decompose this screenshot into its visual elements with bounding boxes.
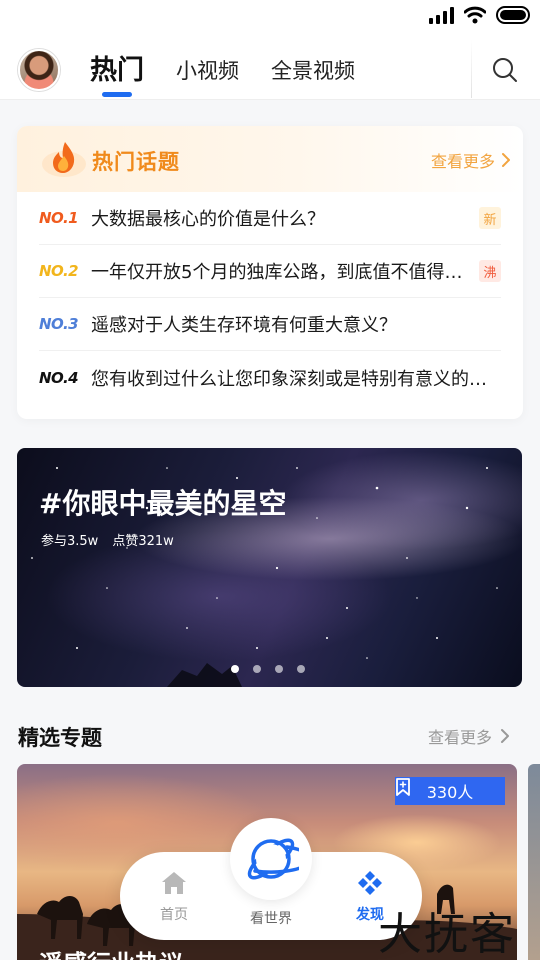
- nav-explore-world-label: 看世界: [250, 911, 292, 927]
- starry-sky-banner[interactable]: #你眼中最美的星空 参与3.5w 点赞321w: [17, 448, 522, 687]
- banner-title: #你眼中最美的星空: [39, 487, 287, 520]
- status-icons: [429, 6, 530, 24]
- featured-section-title: 精选专题: [18, 726, 102, 750]
- carousel-indicator: [231, 665, 305, 673]
- top-header: 热门 小视频 全景视频: [0, 40, 540, 100]
- hot-topic-row-1[interactable]: NO.1 大数据最核心的价值是什么？ 新: [39, 192, 501, 245]
- nav-home[interactable]: 首页: [144, 870, 204, 924]
- rank-label: NO.3: [39, 315, 79, 333]
- planet-icon: [247, 838, 299, 880]
- rank-label: NO.1: [39, 209, 79, 227]
- rank-label: NO.2: [39, 262, 79, 280]
- chevron-right-icon: [501, 729, 509, 743]
- carousel-dot-4[interactable]: [297, 665, 305, 673]
- carousel-dot-2[interactable]: [253, 665, 261, 673]
- user-avatar[interactable]: [18, 49, 60, 91]
- featured-more-label: 查看更多: [427, 728, 492, 747]
- carousel-dot-1[interactable]: [231, 665, 239, 673]
- hot-topics-list: NO.1 大数据最核心的价值是什么？ 新 NO.2 一年仅开放5个月的独库公路，…: [17, 192, 523, 404]
- hot-topics-header: 热门话题 查看更多: [17, 126, 523, 192]
- status-bar: [0, 0, 540, 40]
- hot-topic-text: 一年仅开放5个月的独库公路，到底值不值得去？: [91, 262, 467, 283]
- signal-icon: [429, 6, 454, 24]
- feed-tabs: 热门 小视频 全景视频: [90, 40, 355, 100]
- nav-home-label: 首页: [160, 907, 188, 923]
- hot-topic-row-3[interactable]: NO.3 遥感对于人类生存环境有何重大意义？: [39, 298, 501, 351]
- rank-label: NO.4: [39, 368, 79, 387]
- trending-badge: 沸: [479, 260, 501, 282]
- search-icon[interactable]: [490, 55, 520, 85]
- tab-hot[interactable]: 热门: [90, 48, 144, 87]
- flame-icon: [42, 142, 86, 177]
- bottom-navigation: 首页 看世界 发现: [120, 818, 422, 940]
- favorite-count-badge[interactable]: 330人: [395, 777, 505, 805]
- likes-count: 点赞321w: [112, 534, 174, 549]
- new-badge: 新: [479, 207, 501, 229]
- carousel-dot-3[interactable]: [275, 665, 283, 673]
- hot-topic-text: 大数据最核心的价值是什么？: [91, 209, 325, 230]
- home-icon: [162, 872, 186, 894]
- banner-stats: 参与3.5w 点赞321w: [41, 530, 174, 549]
- hot-topics-title: 热门话题: [92, 150, 180, 174]
- next-featured-card-peek[interactable]: [528, 764, 540, 960]
- discover-icon: [358, 871, 382, 895]
- tab-short-video[interactable]: 小视频: [176, 55, 239, 85]
- hot-topic-row-4[interactable]: NO.4 您有收到过什么让您印象深刻或是特别有意义的礼物？: [39, 351, 501, 404]
- hot-topic-text: 遥感对于人类生存环境有何重大意义？: [91, 315, 397, 336]
- featured-more-link[interactable]: 查看更多: [428, 724, 510, 748]
- favorite-count: 330人: [426, 783, 474, 802]
- tab-panorama-video[interactable]: 全景视频: [271, 55, 355, 85]
- wifi-icon: [464, 6, 486, 24]
- hot-topics-card: 热门话题 查看更多 NO.1 大数据最核心的价值是什么？ 新 NO.2 一年仅开…: [17, 126, 523, 419]
- nav-explore-world[interactable]: [230, 818, 312, 900]
- featured-topic-title: 遥感行业热议: [39, 944, 183, 960]
- watermark-text: 大抚客: [378, 909, 516, 960]
- hot-topic-text: 您有收到过什么让您印象深刻或是特别有意义的礼物？: [91, 368, 501, 390]
- bookmark-add-icon: [396, 778, 410, 796]
- header-divider: [471, 40, 472, 98]
- hot-topics-more-label: 查看更多: [430, 152, 495, 171]
- hot-topics-more-link[interactable]: 查看更多: [431, 148, 511, 172]
- battery-icon: [496, 6, 530, 24]
- participants-count: 参与3.5w: [41, 534, 99, 549]
- hot-topic-row-2[interactable]: NO.2 一年仅开放5个月的独库公路，到底值不值得去？ 沸: [39, 245, 501, 298]
- chevron-right-icon: [502, 153, 510, 167]
